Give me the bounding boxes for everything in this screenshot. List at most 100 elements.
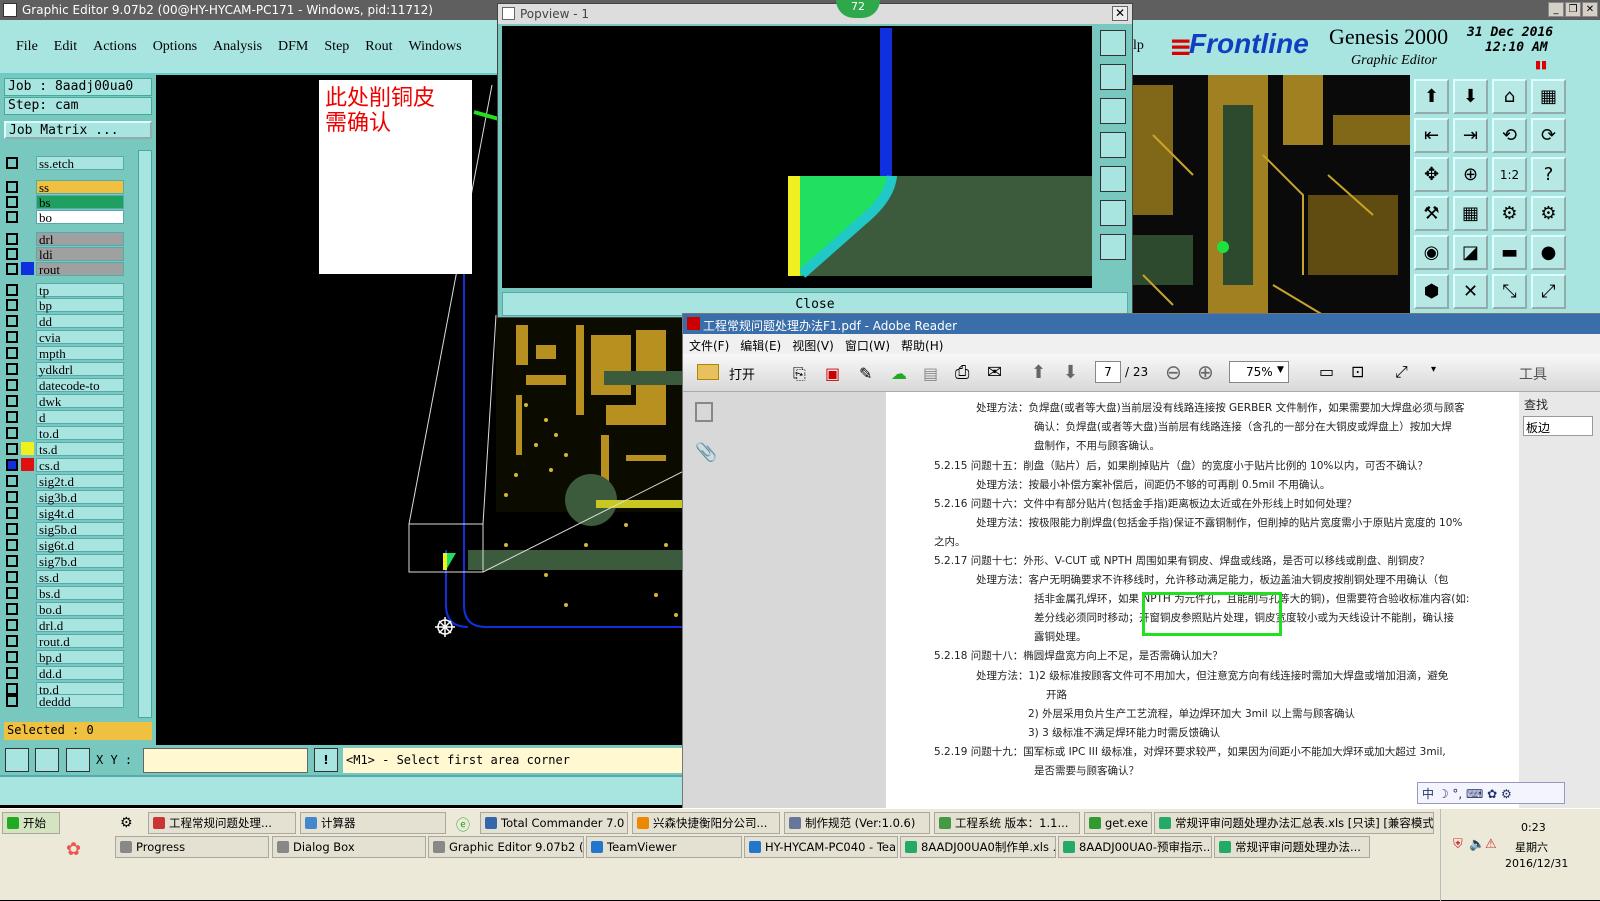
menu-dfm[interactable]: DFM — [278, 39, 308, 55]
layer-row[interactable]: sig3b.d — [6, 489, 124, 504]
line2-icon[interactable]: ⤢ — [1531, 274, 1566, 309]
taskbar-button[interactable]: get.exe — [1084, 812, 1152, 834]
layer-row[interactable]: cvia — [6, 329, 124, 344]
reader-menu-help[interactable]: 帮助(H) — [901, 337, 943, 353]
taskbar-button[interactable]: 工程常规问题处理... — [148, 812, 296, 834]
snap-icon[interactable]: ⚙ — [1492, 196, 1527, 231]
ime-mode[interactable]: 中 — [1422, 787, 1434, 801]
fit-page-icon[interactable]: ▭ — [1319, 362, 1334, 381]
find-input[interactable]: 板边 — [1523, 416, 1593, 436]
taskbar-button[interactable]: 工程系统 版本：1.1... — [934, 812, 1080, 834]
menu-help-partial[interactable]: lp — [1133, 20, 1165, 75]
layer-row[interactable]: bs.d — [6, 585, 124, 600]
zoom-up-icon[interactable]: ⬆ — [1414, 79, 1449, 114]
layer-checkbox[interactable] — [6, 362, 18, 375]
job-matrix-button[interactable]: Job Matrix ... — [4, 121, 152, 139]
layer-checkbox[interactable] — [6, 314, 18, 327]
tray-network-icon[interactable]: ⛨ — [1453, 837, 1463, 852]
taskbar-button[interactable]: Dialog Box — [272, 836, 426, 858]
start-button[interactable]: 开始 — [2, 812, 60, 834]
menu-actions[interactable]: Actions — [93, 39, 137, 55]
ie-icon[interactable]: ⓔ — [456, 815, 470, 835]
layer-row[interactable]: ss — [6, 179, 124, 194]
export-icon[interactable]: ⎘ — [793, 364, 806, 384]
layer-checkbox[interactable] — [6, 538, 18, 551]
layer-row[interactable]: d — [6, 409, 124, 424]
prev-page-icon[interactable]: ⬆ — [1031, 362, 1046, 383]
taskbar-button[interactable]: 兴森快捷衡阳分公司... — [632, 812, 780, 834]
taskbar-button[interactable]: 8AADJ00UA0-预审指示... — [1058, 836, 1212, 858]
tray-alert-icon[interactable]: ⚠ — [1485, 837, 1497, 852]
reader-menu-edit[interactable]: 编辑(E) — [740, 337, 781, 353]
undo-icon[interactable]: ⟲ — [1492, 118, 1527, 153]
tools-icon[interactable]: ⚒ — [1414, 196, 1449, 231]
layer-scrollbar[interactable] — [138, 150, 152, 718]
menu-options[interactable]: Options — [153, 39, 197, 55]
layout-icon[interactable]: ▦ — [1531, 79, 1566, 114]
taskbar-button[interactable]: 8AADJ00UA0制作单.xls ... — [900, 836, 1056, 858]
fill-icon[interactable]: ◪ — [1453, 235, 1488, 270]
save-icon[interactable]: ▤ — [923, 364, 938, 383]
xy-input[interactable] — [143, 748, 308, 773]
menu-analysis[interactable]: Analysis — [213, 39, 262, 55]
reader-menu-view[interactable]: 视图(V) — [792, 337, 834, 353]
layer-checkbox[interactable] — [6, 210, 18, 223]
popview-zoom-icon[interactable] — [1100, 30, 1126, 56]
layer-checkbox[interactable] — [6, 458, 18, 471]
layer-row[interactable]: dd — [6, 313, 124, 328]
zoom-in-icon[interactable]: ⊕ — [1197, 360, 1214, 384]
attachments-icon[interactable]: 📎 — [695, 442, 717, 463]
cross-icon[interactable]: ✕ — [1453, 274, 1488, 309]
restore-button[interactable]: ❐ — [1565, 2, 1581, 17]
layer-checkbox[interactable] — [6, 666, 18, 679]
zoom-dropdown-icon[interactable]: ▼ — [1277, 365, 1284, 375]
sign-icon[interactable]: ✎ — [859, 364, 872, 383]
layer-checkbox[interactable] — [6, 490, 18, 503]
layer-checkbox[interactable] — [6, 346, 18, 359]
taskbar-button[interactable]: 常规评审问题处理办法汇总表.xls [只读] [兼容模式] — [1154, 812, 1434, 834]
select-icon[interactable]: ◉ — [1414, 235, 1449, 270]
layer-checkbox[interactable] — [6, 618, 18, 631]
clock-time[interactable]: 0:23 — [1521, 821, 1546, 834]
close-button[interactable]: ✕ — [1582, 2, 1598, 17]
adobe-reader-window[interactable]: 工程常规问题处理办法F1.pdf - Adobe Reader 文件(F) 编辑… — [682, 313, 1600, 809]
next-page-icon[interactable]: ⬇ — [1063, 362, 1078, 383]
layer-checkbox[interactable] — [6, 283, 18, 296]
layer-checkbox[interactable] — [6, 694, 18, 707]
layer-row[interactable]: rout.d — [6, 633, 124, 648]
scale-icon[interactable]: 1:2 — [1492, 157, 1527, 192]
layer-row[interactable]: cs.d — [6, 457, 124, 472]
tools-button[interactable]: 工具 — [1519, 364, 1547, 384]
create-pdf-icon[interactable]: ▣ — [825, 364, 840, 383]
page-number-input[interactable]: 7 — [1095, 361, 1121, 383]
popview-pan-icon[interactable] — [1100, 234, 1126, 260]
open-button[interactable]: 打开 — [729, 364, 755, 383]
zoom-down-icon[interactable]: ⬇ — [1453, 79, 1488, 114]
layer-row[interactable]: drl — [6, 231, 124, 246]
email-icon[interactable]: ✉ — [987, 362, 1002, 383]
layer-row[interactable]: sig5b.d — [6, 521, 124, 536]
menu-file[interactable]: File — [16, 39, 38, 55]
help-icon[interactable]: ? — [1531, 157, 1566, 192]
tray-volume-icon[interactable]: 🔈 — [1469, 837, 1485, 852]
layer-checkbox[interactable] — [6, 474, 18, 487]
layer-checkbox[interactable] — [6, 442, 18, 455]
taskbar-button[interactable]: Graphic Editor 9.07b2 (0... — [428, 836, 584, 858]
taskbar-button[interactable]: 计算器 — [300, 812, 446, 834]
quicklaunch-icon[interactable]: ⚙ — [120, 815, 133, 831]
popview-left-icon[interactable] — [1100, 132, 1126, 158]
layer-checkbox[interactable] — [6, 410, 18, 423]
layer-checkbox[interactable] — [6, 298, 18, 311]
layer-row[interactable]: ts.d — [6, 441, 124, 456]
taskbar-button[interactable]: Progress — [115, 836, 269, 858]
upload-icon[interactable]: ☁ — [891, 364, 907, 383]
pan-right-icon[interactable]: ⇥ — [1453, 118, 1488, 153]
pad-icon[interactable]: ● — [1531, 235, 1566, 270]
layer-checkbox[interactable] — [6, 394, 18, 407]
layer-checkbox[interactable] — [6, 634, 18, 647]
taskbar-button[interactable]: 制作规范 (Ver:1.0.6) — [784, 812, 930, 834]
layer-row[interactable]: bp.d — [6, 649, 124, 664]
layer-row[interactable]: dd.d — [6, 665, 124, 680]
popview-right-icon[interactable] — [1100, 166, 1126, 192]
layer-row[interactable]: bo — [6, 209, 124, 224]
